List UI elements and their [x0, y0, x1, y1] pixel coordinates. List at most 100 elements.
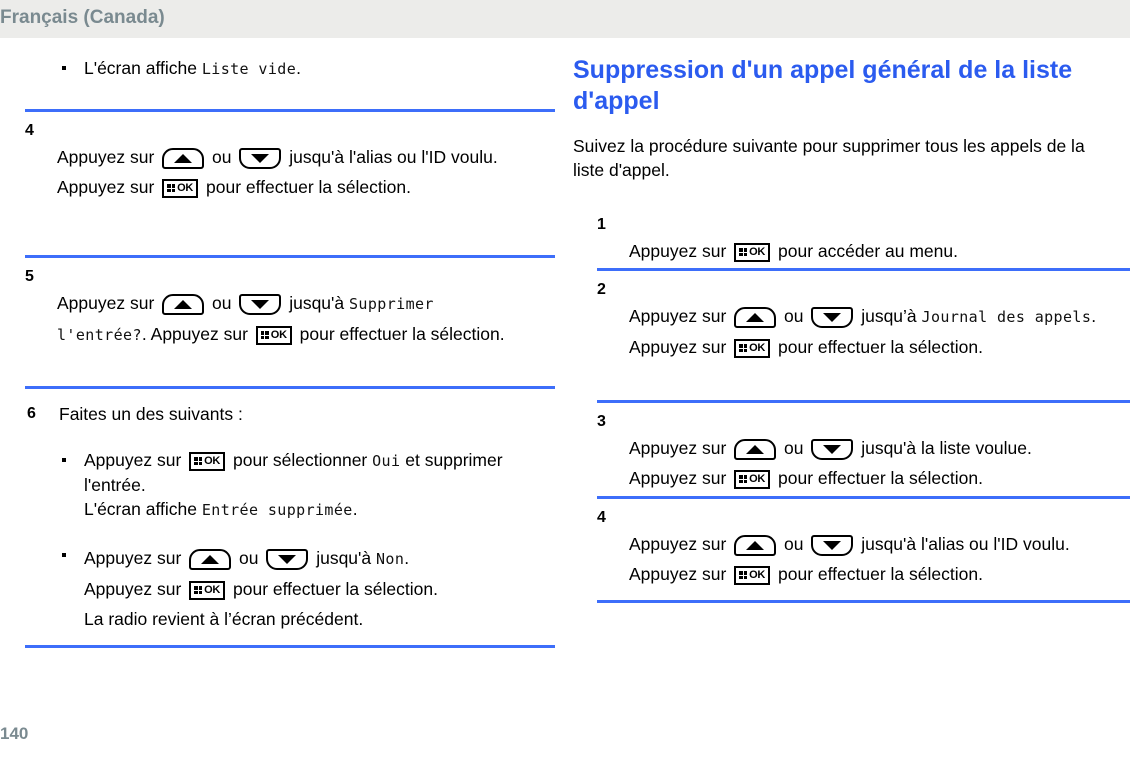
grid-glyph — [260, 331, 269, 340]
step-5: 5 Appuyez sur ou jusqu'à Supprimer l'ent… — [25, 268, 555, 350]
menu-ok-key-icon[interactable]: OK — [189, 451, 226, 471]
step-body: Appuyez sur ou jusqu’à Journal des appel… — [597, 301, 1097, 362]
ok-label: OK — [270, 328, 287, 341]
arrow-up-key-icon[interactable] — [189, 548, 232, 570]
step6-bullet-2: Appuyez sur ou jusqu'à Non. Appuyez sur O… — [46, 543, 546, 634]
bullet-text-suffix: . — [296, 58, 302, 78]
step-text: jusqu’à — [856, 306, 922, 326]
step-text: Appuyez sur — [629, 306, 732, 326]
menu-item-value: Non — [375, 550, 405, 568]
ok-label: OK — [749, 245, 766, 258]
grid-glyph — [739, 475, 748, 484]
step-text: Appuyez sur — [629, 241, 732, 261]
arrow-up-key-icon[interactable] — [734, 438, 777, 460]
step-divider-rule — [597, 600, 1130, 603]
arrow-up-key-icon[interactable] — [162, 293, 205, 315]
step-body: Appuyez sur ou jusqu'à l'alias ou l'ID v… — [25, 142, 523, 202]
menu-ok-key-icon[interactable]: OK — [734, 242, 771, 262]
bullet-text: Appuyez sur — [84, 548, 187, 568]
ok-label: OK — [749, 341, 766, 354]
step-text: pour effectuer la — [294, 324, 431, 344]
arrow-down-key-icon[interactable] — [266, 548, 309, 570]
grid-glyph — [194, 586, 203, 595]
step-lead-text: Faites un des suivants : — [59, 404, 243, 424]
step-number: 1 — [597, 216, 606, 233]
arrow-down-key-icon[interactable] — [239, 293, 282, 315]
step-text: sélection. — [430, 324, 505, 344]
running-header-title: Français (Canada) — [0, 7, 165, 28]
manual-page: Français (Canada) L'écran affiche Liste … — [0, 0, 1130, 762]
step-divider-rule — [25, 386, 555, 389]
step-divider-rule — [597, 496, 1130, 499]
menu-item-value: Oui — [372, 452, 401, 470]
arrow-down-key-icon[interactable] — [239, 147, 282, 169]
step-body: Appuyez sur ou jusqu'à Supprimer l'entré… — [25, 288, 523, 350]
menu-ok-key-icon[interactable]: OK — [734, 565, 771, 585]
step-divider-rule — [597, 400, 1130, 403]
bullet-text: . — [352, 499, 358, 519]
bullet-text: . — [404, 548, 410, 568]
step-text: pour effectuer la — [773, 337, 910, 357]
step-body: Appuyez sur ou jusqu'à l'alias ou l'ID v… — [597, 529, 1097, 589]
bullet-text: ou — [234, 548, 264, 568]
step-text: ou — [779, 306, 809, 326]
arrow-down-key-icon[interactable] — [811, 438, 854, 460]
step-text: ou — [207, 293, 237, 313]
grid-glyph — [167, 184, 176, 193]
step-number: 5 — [25, 268, 34, 285]
menu-ok-key-icon[interactable]: OK — [734, 338, 771, 358]
step-body: Appuyez sur ou jusqu'à la liste voulue. … — [597, 433, 1097, 493]
grid-glyph — [739, 248, 748, 257]
step-text: Appuyez sur — [57, 293, 160, 313]
step-4: 4 Appuyez sur ou jusqu'à l'alias ou l'ID… — [25, 122, 555, 202]
step-text: pour effectuer la sélection. — [201, 177, 411, 197]
bullet-text: pour effectuer la sélection. — [228, 579, 438, 599]
grid-glyph — [739, 344, 748, 353]
step-number: 6 — [27, 405, 36, 422]
ok-label: OK — [749, 472, 766, 485]
menu-ok-key-icon[interactable]: OK — [189, 580, 226, 600]
arrow-up-key-icon[interactable] — [734, 306, 777, 328]
bullet-text: Appuyez sur — [84, 450, 187, 470]
menu-ok-key-icon[interactable]: OK — [734, 469, 771, 489]
arrow-up-key-icon[interactable] — [162, 147, 205, 169]
step-number: 4 — [597, 509, 606, 526]
step-divider-rule — [597, 268, 1130, 271]
step-text: pour effectuer la sélection. — [773, 564, 983, 584]
step-text: Appuyez sur — [57, 147, 160, 167]
section-heading: Suppression d'un appel général de la lis… — [573, 56, 1073, 115]
ok-label: OK — [204, 583, 221, 596]
step-text: pour effectuer la sélection. — [773, 468, 983, 488]
step-text: ou — [207, 147, 237, 167]
arrow-down-key-icon[interactable] — [811, 306, 854, 328]
page-number: 140 — [0, 724, 29, 743]
step-text: Appuyez sur — [629, 534, 732, 554]
step-text: . Appuyez sur — [141, 324, 253, 344]
continuation-bullet: L'écran affiche Liste vide. — [46, 56, 546, 81]
step-1: 1 Appuyez sur OK pour accéder au menu. — [597, 216, 1130, 266]
step-6: 6 Faites un des suivants : — [25, 402, 555, 426]
arrow-down-key-icon[interactable] — [811, 534, 854, 556]
menu-ok-key-icon[interactable]: OK — [162, 178, 199, 198]
grid-glyph — [194, 457, 203, 466]
running-header-bar: Français (Canada) — [0, 0, 1130, 38]
menu-ok-key-icon[interactable]: OK — [255, 325, 292, 345]
arrow-up-key-icon[interactable] — [734, 534, 777, 556]
step-text: jusqu'à — [284, 293, 349, 313]
step-number: 2 — [597, 281, 606, 298]
ok-label: OK — [204, 454, 221, 467]
step-body: Appuyez sur OK pour accéder au menu. — [597, 236, 1097, 266]
step-2: 2 Appuyez sur ou jusqu’à Journal des app… — [597, 281, 1130, 362]
step-3: 3 Appuyez sur ou jusqu'à la liste voulue… — [597, 413, 1130, 493]
bullet-text: La radio revient à l’écran précédent. — [84, 609, 364, 629]
step-number: 4 — [25, 122, 34, 139]
step-divider-rule — [25, 109, 555, 112]
step-divider-rule — [25, 645, 555, 648]
step-4-right: 4 Appuyez sur ou jusqu'à l'alias ou l'ID… — [597, 509, 1130, 589]
bullet-text: L'écran affiche — [84, 499, 202, 519]
step-text: Appuyez sur — [629, 438, 732, 458]
bullet-text-prefix: L'écran affiche — [84, 58, 202, 78]
step-text: sélection. — [909, 337, 983, 357]
bullet-text: jusqu'à — [311, 548, 376, 568]
grid-glyph — [739, 571, 748, 580]
